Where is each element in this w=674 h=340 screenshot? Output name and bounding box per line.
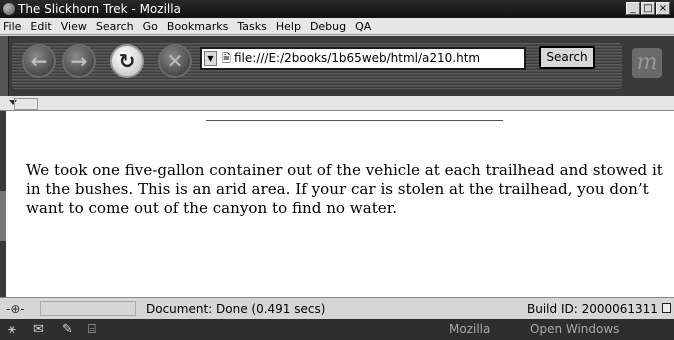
window-title: The Slickhorn Trek - Mozilla <box>18 2 181 16</box>
search-button[interactable]: Search <box>539 46 595 69</box>
task-bar: ⚹ ✉ ✎ ⌸ Mozilla Open Windows <box>0 319 674 340</box>
menu-view[interactable]: View <box>61 18 87 34</box>
navigation-toolbar: ← → ↻ ✕ ▼ 🗎 file:///E:/2books/1b65web/ht… <box>0 36 674 96</box>
menu-help[interactable]: Help <box>276 18 301 34</box>
mail-task-icon[interactable]: ✉ <box>33 319 44 340</box>
build-id: Build ID: 2000061311 <box>527 302 658 316</box>
menu-bookmarks[interactable]: Bookmarks <box>167 18 228 34</box>
security-lock-icon[interactable] <box>662 303 671 313</box>
back-button[interactable]: ← <box>22 44 56 78</box>
title-bar: The Slickhorn Trek - Mozilla _ □ × <box>0 0 674 18</box>
open-windows-label[interactable]: Open Windows <box>530 319 619 340</box>
menu-go[interactable]: Go <box>143 18 158 34</box>
navigator-task-icon[interactable]: ⚹ <box>8 319 16 340</box>
page-icon: 🗎 <box>222 52 231 65</box>
personal-toolbar-tab[interactable] <box>14 98 38 110</box>
close-button[interactable]: × <box>656 2 670 15</box>
menu-edit[interactable]: Edit <box>30 18 51 34</box>
mozilla-throbber-icon[interactable]: m <box>632 48 662 78</box>
mozilla-app-icon[interactable] <box>3 3 15 15</box>
menu-tasks[interactable]: Tasks <box>237 18 266 34</box>
menu-qa[interactable]: QA <box>355 18 371 34</box>
url-history-dropdown-icon[interactable]: ▼ <box>204 51 217 66</box>
page-paragraph: We took one five-gallon container out of… <box>26 161 663 217</box>
connection-icon: -⊕- <box>6 302 25 316</box>
url-text[interactable]: file:///E:/2books/1b65web/html/a210.htm <box>234 49 480 68</box>
menu-search[interactable]: Search <box>96 18 134 34</box>
progress-meter <box>40 301 136 316</box>
collapsed-toolbar-strip <box>0 96 674 111</box>
window-controls: _ □ × <box>626 2 670 15</box>
forward-button[interactable]: → <box>62 44 96 78</box>
address-book-task-icon[interactable]: ⌸ <box>88 319 96 340</box>
menu-file[interactable]: File <box>3 18 21 34</box>
status-bar: -⊕- Document: Done (0.491 secs) Build ID… <box>0 297 674 320</box>
menu-debug[interactable]: Debug <box>310 18 346 34</box>
minimize-button[interactable]: _ <box>626 2 640 15</box>
composer-task-icon[interactable]: ✎ <box>62 319 73 340</box>
page-content: We took one five-gallon container out of… <box>0 111 674 297</box>
toolbar-grippy[interactable] <box>0 36 9 96</box>
sidebar-handle[interactable] <box>0 191 6 241</box>
mozilla-label[interactable]: Mozilla <box>449 319 490 340</box>
reload-button[interactable]: ↻ <box>110 44 144 78</box>
horizontal-rule <box>206 120 503 121</box>
url-bar[interactable]: ▼ 🗎 file:///E:/2books/1b65web/html/a210.… <box>200 47 526 70</box>
menu-bar: File Edit View Search Go Bookmarks Tasks… <box>0 18 674 35</box>
status-text: Document: Done (0.491 secs) <box>146 302 326 316</box>
browser-window: The Slickhorn Trek - Mozilla _ □ × File … <box>0 0 674 340</box>
maximize-button[interactable]: □ <box>641 2 655 15</box>
stop-button[interactable]: ✕ <box>158 44 192 78</box>
